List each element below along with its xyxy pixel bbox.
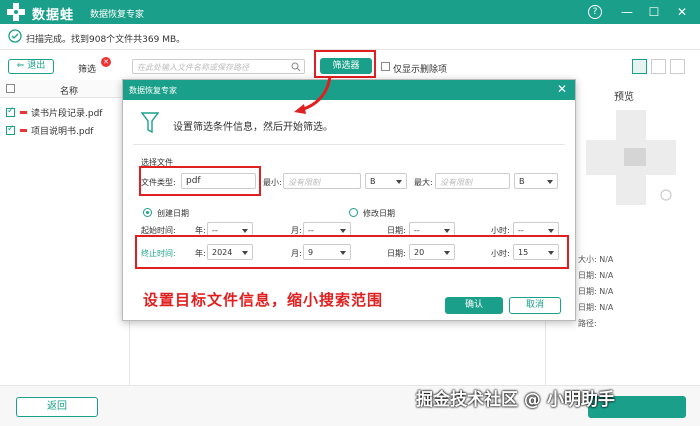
dialog-heading: 设置筛选条件信息，然后开始筛选。 <box>173 122 333 133</box>
start-hour-select[interactable]: -- <box>513 222 559 236</box>
file-row[interactable]: ✓ 读书片段记录.pdf <box>6 106 102 120</box>
file-row[interactable]: ✓ 项目说明书.pdf <box>6 124 93 138</box>
filter-dialog: 数据恢复专家 ✕ 设置筛选条件信息，然后开始筛选。 选择文件 文件类型: pdf… <box>122 79 576 321</box>
chevron-down-icon <box>242 229 248 233</box>
pdf-file-icon <box>20 129 27 132</box>
start-day-select[interactable]: -- <box>409 222 455 236</box>
info-label: 日期: <box>578 287 597 296</box>
info-label: 大小: <box>578 255 597 264</box>
max-unit-select[interactable]: B <box>514 173 558 189</box>
help-icon[interactable]: ? <box>588 5 602 19</box>
annotation-arrow-icon <box>294 75 332 114</box>
column-name-header: 名称 <box>60 87 79 97</box>
chevron-down-icon <box>547 180 553 184</box>
info-value: N/A <box>599 255 614 264</box>
confirm-button[interactable]: 确认 <box>445 297 503 314</box>
search-placeholder: 在此处输入文件名称或保存路径 <box>137 63 249 72</box>
chevron-down-icon <box>444 229 450 233</box>
filetype-highlight <box>139 166 261 196</box>
app-name: 数据蛙 <box>32 8 75 23</box>
filter-label: 筛选 <box>78 65 97 75</box>
info-label: 日期: <box>578 271 597 280</box>
file-checkbox[interactable]: ✓ <box>6 106 15 117</box>
dialog-title: 数据恢复专家 <box>129 86 177 95</box>
title-bar: 数据蛙 数据恢复专家 ? — ☐ ✕ <box>0 0 700 24</box>
only-deleted-label: 仅显示删除项 <box>393 65 448 75</box>
info-label: 日期: <box>578 303 597 312</box>
app-subtitle: 数据恢复专家 <box>90 10 145 20</box>
maximize-icon[interactable]: ☐ <box>645 3 663 21</box>
max-size-input[interactable]: 没有限制 <box>435 173 510 189</box>
modified-date-radio[interactable] <box>349 208 358 217</box>
chevron-down-icon <box>548 229 554 233</box>
info-label: 路径: <box>578 319 597 328</box>
back-arrow-icon: ⇐ <box>16 61 28 71</box>
preview-title: 预览 <box>614 92 634 103</box>
chevron-down-icon <box>340 229 346 233</box>
min-size-placeholder: 没有限制 <box>288 178 320 187</box>
list-view-icon[interactable] <box>651 59 666 74</box>
file-list-pane <box>0 98 130 385</box>
search-input[interactable]: 在此处输入文件名称或保存路径 <box>132 59 305 74</box>
filter-clear-icon[interactable]: ✕ <box>101 57 111 67</box>
file-name: 读书片段记录.pdf <box>31 109 103 119</box>
dialog-divider <box>133 144 565 145</box>
only-deleted-checkbox[interactable] <box>381 62 390 71</box>
search-icon[interactable] <box>291 62 301 72</box>
start-year-select[interactable]: -- <box>207 222 253 236</box>
return-button[interactable]: 返回 <box>16 397 98 417</box>
exit-label: 退出 <box>27 61 46 71</box>
exit-button[interactable]: ⇐ 退出 <box>8 59 54 74</box>
start-month-select[interactable]: -- <box>303 222 351 236</box>
min-size-input[interactable]: 没有限制 <box>283 173 361 189</box>
chevron-down-icon <box>396 180 402 184</box>
start-time-row: 起始时间: 年: -- 月: -- 日期: -- 小时: -- <box>141 222 561 236</box>
created-date-label: 创建日期 <box>157 209 189 218</box>
dialog-title-bar: 数据恢复专家 ✕ <box>123 80 575 100</box>
pdf-file-icon <box>20 111 27 114</box>
file-name: 项目说明书.pdf <box>31 127 94 137</box>
max-size-placeholder: 没有限制 <box>440 178 472 187</box>
start-hour-value: -- <box>518 226 524 235</box>
max-size-label: 最大: <box>414 178 433 187</box>
filter-funnel-icon <box>141 112 159 134</box>
min-size-label: 最小: <box>263 178 282 187</box>
check-circle-icon <box>8 29 22 43</box>
preview-info: 大小: N/A 日期: N/A 日期: N/A 日期: N/A 路径: <box>578 252 613 332</box>
start-month-value: -- <box>308 226 314 235</box>
min-unit-select[interactable]: B <box>365 173 407 189</box>
select-all-checkbox[interactable] <box>6 84 15 93</box>
watermark-text: 掘金技术社区 @ 小明助手 <box>416 390 615 410</box>
dialog-close-icon[interactable]: ✕ <box>557 82 567 96</box>
preview-placeholder-icon <box>586 110 676 205</box>
scan-status-bar: 扫描完成。找到908个文件共369 MB。 <box>0 24 700 50</box>
info-value: N/A <box>599 287 614 296</box>
close-icon[interactable]: ✕ <box>673 3 691 21</box>
annotation-text: 设置目标文件信息，缩小搜索范围 <box>143 291 384 309</box>
max-unit-value: B <box>519 177 525 186</box>
detail-view-icon[interactable] <box>670 59 685 74</box>
minimize-icon[interactable]: — <box>618 3 636 21</box>
scan-status-text: 扫描完成。找到908个文件共369 MB。 <box>26 35 186 45</box>
grid-view-icon[interactable] <box>632 59 647 74</box>
info-value: N/A <box>599 303 614 312</box>
start-year-value: -- <box>212 226 218 235</box>
created-date-radio[interactable] <box>143 208 152 217</box>
modified-date-label: 修改日期 <box>363 209 395 218</box>
cancel-button[interactable]: 取消 <box>509 297 561 314</box>
info-value: N/A <box>599 271 614 280</box>
end-time-highlight <box>135 235 569 269</box>
start-day-value: -- <box>414 226 420 235</box>
app-logo-icon <box>7 3 25 21</box>
file-checkbox[interactable]: ✓ <box>6 124 15 135</box>
min-unit-value: B <box>370 177 376 186</box>
